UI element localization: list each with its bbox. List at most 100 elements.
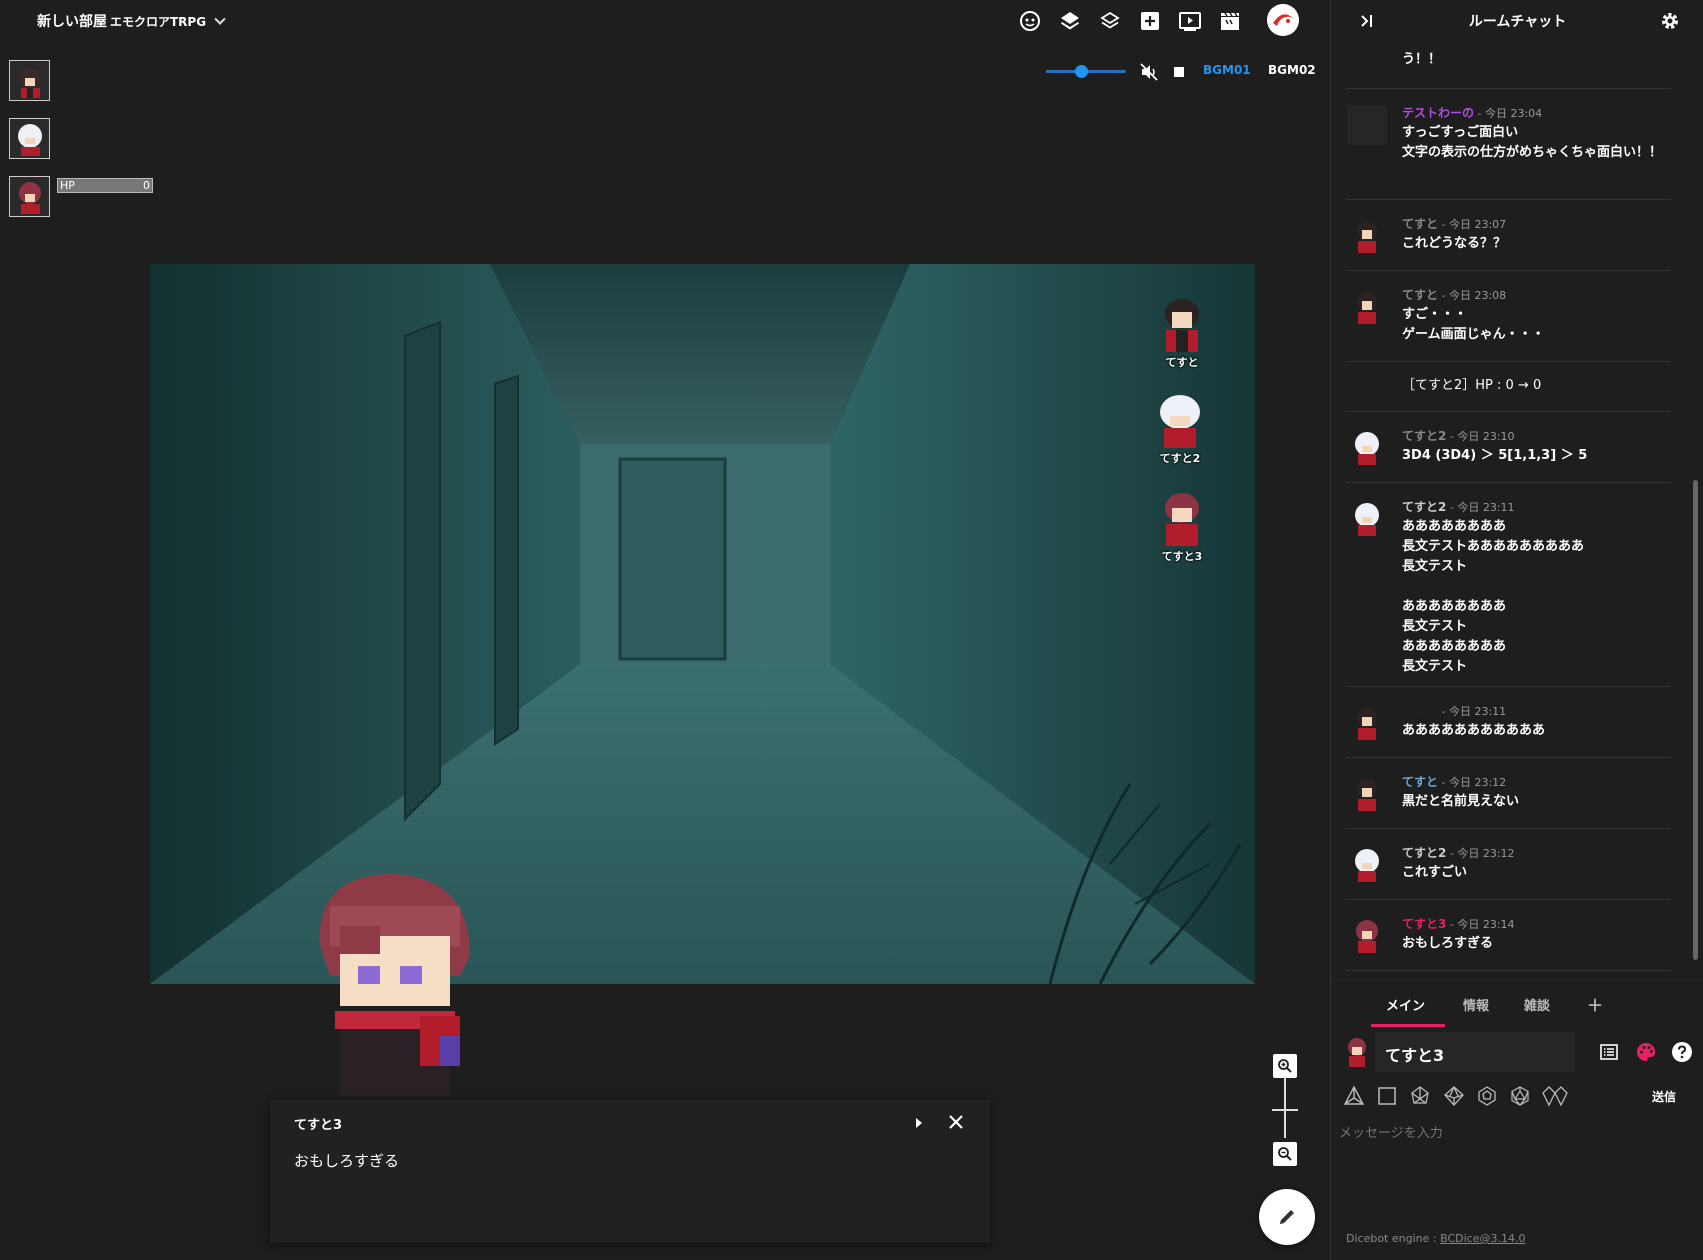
chat-timestamp: - 今日 23:08 [1438,289,1507,302]
scrollbar-thumb[interactable] [1693,480,1698,960]
chat-message-header: てすと - 今日 23:07 [1402,215,1506,232]
chat-timestamp: - 今日 23:11 [1446,501,1515,514]
pencil-icon [1280,1210,1294,1224]
zoom-in-icon[interactable] [1273,1054,1297,1078]
chat-timestamp: - 今日 23:04 [1474,107,1543,120]
zoom-track[interactable] [1284,1078,1286,1138]
token-name: てすと3 [1161,550,1203,563]
token-name: てすと [1165,356,1199,369]
portrait-image [9,60,50,101]
chat-panel: ルームチャット う！！ テストわーの - 今日 23:04 すっごすっご面白い … [1330,0,1703,1260]
d8-icon[interactable] [1409,1085,1431,1107]
footer-prefix: Dicebot engine : [1346,1232,1441,1245]
panel-title: ルームチャット [1468,14,1567,30]
next-arrow-icon[interactable] [916,1118,922,1128]
chevron-down-icon [214,13,226,25]
edit-fab-button[interactable] [1259,1189,1315,1245]
party-member-1[interactable] [9,60,50,101]
sender-row: てすと3 [1343,1032,1693,1072]
zoom-out-icon[interactable] [1273,1142,1297,1166]
add-box-icon[interactable] [1138,9,1162,33]
chat-log[interactable]: う！！ テストわーの - 今日 23:04 すっごすっご面白い 文字の表示の仕方… [1346,40,1671,980]
volume-slider-thumb[interactable] [1075,65,1088,78]
chat-sender-name: てすと [1402,217,1439,231]
tab-info[interactable]: 情報 [1463,995,1489,1014]
top-toolbar: 新しい部屋 エモクロアTRPG [0,0,1330,40]
tab-chatter[interactable]: 雑談 [1524,995,1550,1014]
token-character-3[interactable]: てすと3 [1150,488,1214,564]
chat-tabs: メイン 情報 雑談 ＋ [1331,980,1703,1027]
chat-message-header: てすと - 今日 23:11 [1402,702,1506,719]
chat-scrollbar[interactable] [1690,50,1700,975]
portrait-image [9,118,50,159]
chat-avatar [1347,287,1387,327]
party-member-3[interactable] [9,176,50,217]
help-icon[interactable] [1670,1040,1694,1064]
chat-message: てすと3 - 今日 23:14 おもしろすぎる [1346,900,1671,971]
bgm-channel-2[interactable]: BGM02 [1268,63,1316,77]
chat-message-header: てすと3 - 今日 23:14 [1402,915,1515,932]
layers-icon[interactable] [1058,9,1082,33]
user-avatar[interactable] [1267,4,1299,36]
chat-avatar [1347,774,1387,814]
hp-bar[interactable]: HP 0 [57,178,153,193]
chat-message: てすと2 - 今日 23:12 これすごい [1346,829,1671,900]
face-icon[interactable] [1018,9,1042,33]
d10-icon[interactable] [1443,1085,1465,1107]
close-icon[interactable] [946,1112,966,1132]
room-title: 新しい部屋 [37,14,107,30]
d6-icon[interactable] [1376,1085,1398,1107]
chat-sender-name: てすと [1402,288,1439,302]
token-character-2[interactable]: てすと2 [1148,390,1212,466]
chat-avatar [1347,703,1387,743]
chat-message-header: てすと2 - 今日 23:10 [1402,427,1515,444]
dice-toolbar [1343,1085,1693,1111]
token-character-1[interactable]: てすと [1150,294,1214,370]
stop-icon[interactable] [1167,60,1191,84]
bgm-channel-1[interactable]: BGM01 [1203,63,1251,77]
chat-timestamp: - 今日 23:10 [1446,430,1515,443]
d4-icon[interactable] [1343,1085,1365,1107]
message-input[interactable] [1339,1122,1689,1222]
tab-main[interactable]: メイン [1386,995,1425,1014]
chat-avatar [1347,916,1387,956]
layers-outline-icon[interactable] [1098,9,1122,33]
chat-message-body: すっごすっご面白い 文字の表示の仕方がめちゃくちゃ面白い！！ [1402,125,1663,160]
mute-icon[interactable] [1137,60,1161,84]
play-box-icon[interactable] [1178,9,1202,33]
message-window[interactable]: てすと3 おもしろすぎる [270,1100,990,1243]
party-member-2[interactable] [9,118,50,159]
token-name: てすと2 [1159,452,1201,465]
hp-label: HP [60,179,75,192]
d12-icon[interactable] [1476,1085,1498,1107]
add-tab-button[interactable]: ＋ [1587,992,1603,1016]
palette-icon[interactable] [1634,1040,1658,1064]
chat-message-body: これすごい [1402,865,1468,880]
chat-message-body: これどうなる？？ [1402,236,1507,251]
chat-sender-name: てすと [1402,704,1439,718]
chat-sender-name: てすと2 [1402,429,1447,443]
gear-icon[interactable] [1658,9,1682,33]
stage-area: 新しい部屋 エモクロアTRPG BGM01 BGM02 HP 0 てすと てすと… [0,0,1330,1260]
list-icon[interactable] [1597,1040,1621,1064]
chat-timestamp: - 今日 23:07 [1438,218,1507,231]
chat-avatar [1347,216,1387,256]
chat-message: てすと - 今日 23:12 黒だと名前見えない [1346,758,1671,829]
sender-name-field[interactable]: てすと3 [1375,1032,1575,1072]
d20-icon[interactable] [1509,1085,1531,1107]
room-title-menu[interactable]: 新しい部屋 エモクロアTRPG [37,11,226,31]
sender-avatar[interactable] [1343,1036,1371,1068]
chat-message-header: てすと2 - 今日 23:12 [1402,844,1515,861]
message-text: おもしろすぎる [294,1152,400,1170]
chat-message-body: う！！ [1402,52,1442,67]
footer-dicebot: Dicebot engine : BCDice@3.14.0 [1346,1232,1525,1245]
active-tab-indicator [1371,1024,1445,1027]
send-button[interactable]: 送信 [1652,1088,1676,1105]
chat-sender-name: てすと2 [1402,846,1447,860]
bcdice-link[interactable]: BCDice@3.14.0 [1440,1232,1525,1245]
clapper-icon[interactable] [1218,9,1242,33]
chat-message-body: あああああああああああ [1402,723,1546,738]
d100-icon[interactable] [1542,1085,1568,1107]
chat-message-body: 黒だと名前見えない [1402,794,1520,809]
chat-message-body: おもしろすぎる [1402,936,1494,951]
